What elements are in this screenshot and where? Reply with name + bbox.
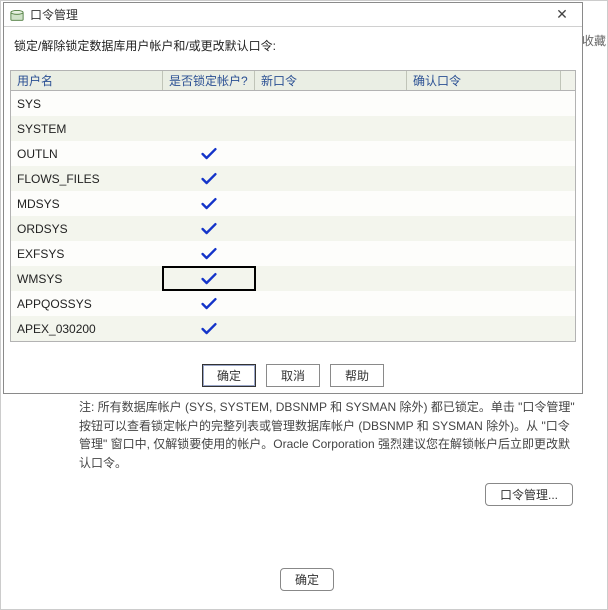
cell-new-password[interactable] <box>255 241 407 266</box>
cell-new-password[interactable] <box>255 116 407 141</box>
cell-confirm-password[interactable] <box>407 166 575 191</box>
cell-username: SYSTEM <box>11 116 163 141</box>
cell-confirm-password[interactable] <box>407 241 575 266</box>
cell-confirm-password[interactable] <box>407 191 575 216</box>
check-icon <box>200 296 218 312</box>
check-icon <box>200 271 218 287</box>
dialog-button-row: 确定 取消 帮助 <box>4 364 582 387</box>
check-icon <box>200 171 218 187</box>
col-header-scrollbar <box>561 71 575 90</box>
cell-lock-checkbox[interactable] <box>163 166 255 191</box>
check-icon <box>200 221 218 237</box>
ok-button[interactable]: 确定 <box>202 364 256 387</box>
cell-new-password[interactable] <box>255 166 407 191</box>
password-manage-button[interactable]: 口令管理... <box>485 483 573 506</box>
cell-lock-checkbox[interactable] <box>163 316 255 341</box>
cell-confirm-password[interactable] <box>407 116 575 141</box>
col-header-user[interactable]: 用户名 <box>11 71 163 90</box>
cell-username: ORDSYS <box>11 216 163 241</box>
cell-confirm-password[interactable] <box>407 141 575 166</box>
note-text: 注: 所有数据库帐户 (SYS, SYSTEM, DBSNMP 和 SYSMAN… <box>79 398 580 472</box>
cell-username: WMSYS <box>11 266 163 291</box>
cell-username: APPQOSSYS <box>11 291 163 316</box>
cell-lock-checkbox[interactable] <box>163 141 255 166</box>
close-icon[interactable]: ✕ <box>548 6 576 23</box>
background-ok-button[interactable]: 确定 <box>280 568 334 591</box>
cell-username: FLOWS_FILES <box>11 166 163 191</box>
cell-new-password[interactable] <box>255 266 407 291</box>
cell-new-password[interactable] <box>255 141 407 166</box>
cell-new-password[interactable] <box>255 91 407 116</box>
cell-lock-checkbox[interactable] <box>163 91 255 116</box>
app-icon <box>10 8 24 22</box>
cell-new-password[interactable] <box>255 316 407 341</box>
table-row[interactable]: APPQOSSYS <box>11 291 575 316</box>
cell-new-password[interactable] <box>255 191 407 216</box>
cell-username: EXFSYS <box>11 241 163 266</box>
cell-lock-checkbox[interactable] <box>163 216 255 241</box>
cell-lock-checkbox[interactable] <box>163 191 255 216</box>
table-row[interactable]: MDSYS <box>11 191 575 216</box>
table-row[interactable]: EXFSYS <box>11 241 575 266</box>
col-header-lock[interactable]: 是否锁定帐户? <box>163 71 255 90</box>
cell-confirm-password[interactable] <box>407 266 575 291</box>
table-row[interactable]: OUTLN <box>11 141 575 166</box>
help-button[interactable]: 帮助 <box>330 364 384 387</box>
table-row[interactable]: FLOWS_FILES <box>11 166 575 191</box>
cell-lock-checkbox[interactable] <box>163 241 255 266</box>
check-icon <box>200 246 218 262</box>
cell-new-password[interactable] <box>255 291 407 316</box>
cell-confirm-password[interactable] <box>407 91 575 116</box>
table-row[interactable]: WMSYS <box>11 266 575 291</box>
grid-header: 用户名 是否锁定帐户? 新口令 确认口令 <box>11 71 575 91</box>
cell-lock-checkbox[interactable] <box>163 116 255 141</box>
check-icon <box>200 196 218 212</box>
cell-confirm-password[interactable] <box>407 291 575 316</box>
check-icon <box>200 146 218 162</box>
cell-confirm-password[interactable] <box>407 316 575 341</box>
cell-username: SYS <box>11 91 163 116</box>
table-row[interactable]: ORDSYS <box>11 216 575 241</box>
col-header-newpwd[interactable]: 新口令 <box>255 71 407 90</box>
right-panel-label: 收藏 <box>582 32 606 49</box>
grid-body: SYSSYSTEMOUTLNFLOWS_FILESMDSYSORDSYSEXFS… <box>11 91 575 341</box>
table-row[interactable]: SYS <box>11 91 575 116</box>
cell-username: MDSYS <box>11 191 163 216</box>
cell-username: APEX_030200 <box>11 316 163 341</box>
cell-lock-checkbox[interactable] <box>163 266 255 291</box>
instruction-text: 锁定/解除锁定数据库用户帐户和/或更改默认口令: <box>4 27 582 70</box>
cancel-button[interactable]: 取消 <box>266 364 320 387</box>
cell-new-password[interactable] <box>255 216 407 241</box>
col-header-confirm[interactable]: 确认口令 <box>407 71 561 90</box>
table-row[interactable]: SYSTEM <box>11 116 575 141</box>
table-row[interactable]: APEX_030200 <box>11 316 575 341</box>
titlebar: 口令管理 ✕ <box>4 3 582 27</box>
dialog-title: 口令管理 <box>30 6 548 23</box>
check-icon <box>200 321 218 337</box>
accounts-grid: 用户名 是否锁定帐户? 新口令 确认口令 SYSSYSTEMOUTLNFLOWS… <box>10 70 576 342</box>
cell-confirm-password[interactable] <box>407 216 575 241</box>
password-management-dialog: 口令管理 ✕ 锁定/解除锁定数据库用户帐户和/或更改默认口令: 用户名 是否锁定… <box>3 2 583 394</box>
cell-lock-checkbox[interactable] <box>163 291 255 316</box>
cell-username: OUTLN <box>11 141 163 166</box>
